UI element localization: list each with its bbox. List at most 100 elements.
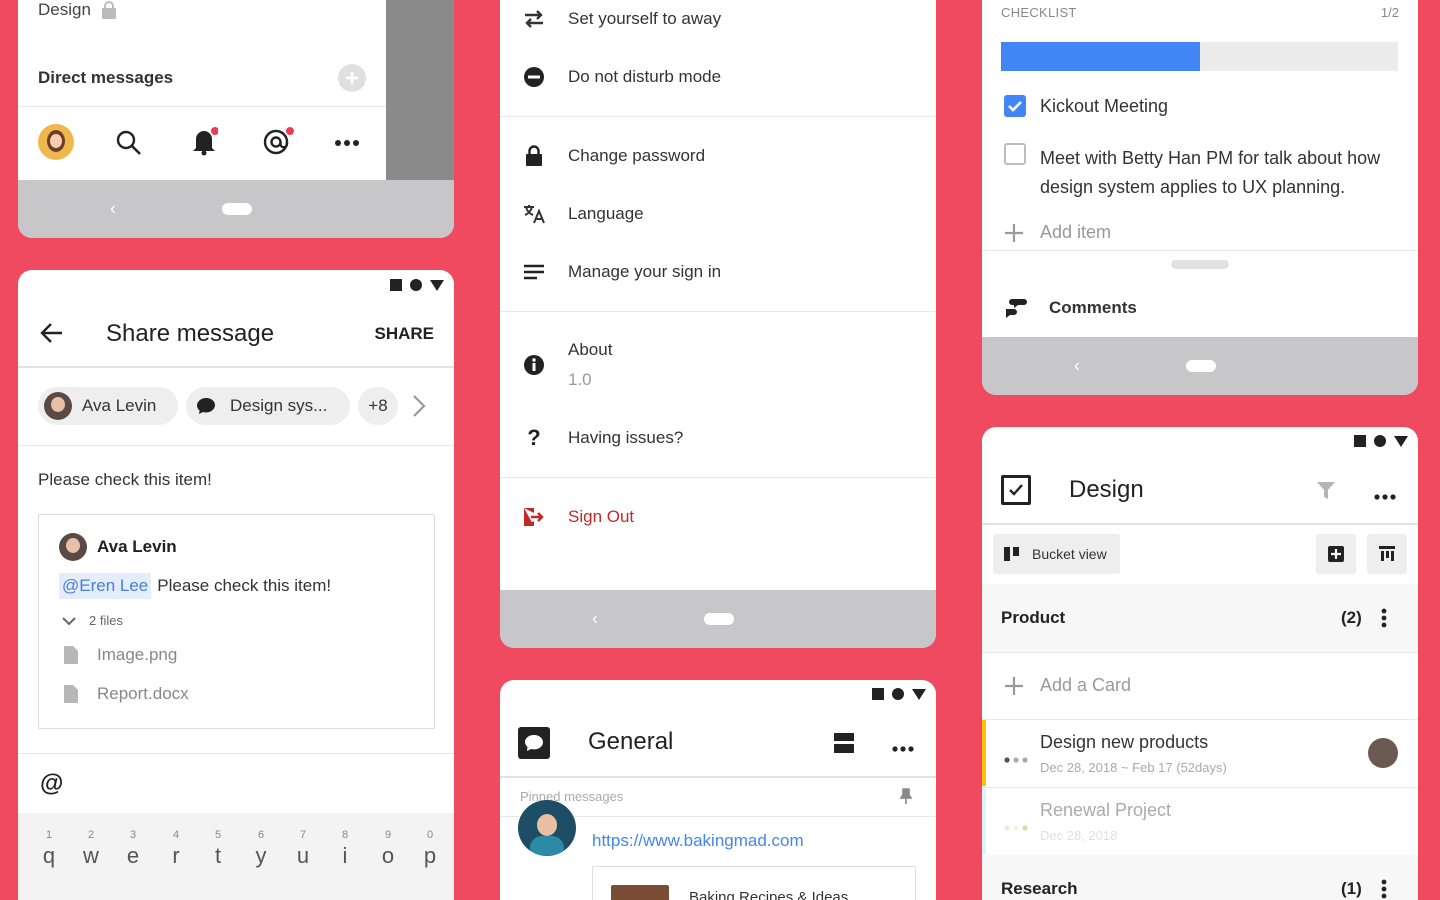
comments-icon [1004, 297, 1028, 324]
checklist-item-text: Meet with Betty Han PM for talk about ho… [1040, 148, 1381, 197]
nav-home-button[interactable] [704, 613, 734, 625]
menu-item-away[interactable]: Set yourself to away [500, 0, 936, 48]
card-item[interactable]: Renewal Project Dec 28, 2018 [982, 788, 1418, 854]
add-card-button[interactable]: Add a Card [1004, 675, 1131, 696]
file-item[interactable]: Image.png [63, 645, 177, 665]
filter-icon[interactable] [1316, 481, 1336, 506]
avatar [518, 800, 576, 856]
pinned-link[interactable]: https://www.bakingmad.com [592, 831, 804, 851]
drawer-icon[interactable] [834, 733, 854, 758]
overlay-shade [386, 0, 454, 180]
add-item-label: Add item [1040, 222, 1112, 242]
recipient-label: Design sys... [230, 396, 328, 415]
checklist-progress-bar [1001, 42, 1398, 71]
comments-label[interactable]: Comments [1049, 298, 1137, 318]
more-icon[interactable] [334, 134, 360, 152]
bucket-view-icon [1004, 547, 1019, 561]
share-message-text: Please check this item! [38, 470, 212, 489]
back-arrow-icon[interactable] [40, 322, 64, 349]
card-item[interactable]: Design new products Dec 28, 2018 ~ Feb 1… [982, 720, 1418, 786]
share-button[interactable]: SHARE [374, 324, 434, 344]
pin-icon[interactable] [899, 788, 913, 809]
menu-item-about[interactable]: About 1.0 [500, 334, 936, 404]
mention-composer-button[interactable]: @ [40, 770, 63, 798]
plus-icon [1005, 676, 1023, 695]
key-y[interactable]: 6y [246, 829, 276, 869]
checkbox-checked[interactable] [1004, 95, 1026, 117]
recipient-chip-ava[interactable]: Ava Levin [38, 387, 178, 425]
kebab-menu-icon[interactable] [1381, 879, 1387, 900]
card-dates: Dec 28, 2018 ~ Feb 17 (52days) [1040, 760, 1227, 775]
link-preview-thumbnail [611, 885, 669, 900]
section-header-product[interactable]: Product (2) [982, 584, 1418, 652]
key-o[interactable]: 9o [373, 829, 403, 869]
add-dm-button[interactable] [338, 64, 366, 92]
add-bucket-button[interactable] [1316, 534, 1356, 574]
key-t[interactable]: 5t [203, 829, 233, 869]
layout-button[interactable] [1367, 534, 1407, 574]
app-version: 1.0 [568, 370, 592, 389]
mention-icon[interactable] [262, 126, 294, 161]
channel-item-design[interactable]: Design [38, 0, 117, 20]
key-r[interactable]: 4r [161, 829, 191, 869]
menu-label: Change password [568, 146, 706, 165]
status-bar-icons [390, 279, 444, 291]
nav-back-icon[interactable]: ‹ [592, 609, 598, 630]
plus-icon [346, 72, 358, 84]
nav-back-icon[interactable]: ‹ [1074, 356, 1080, 377]
nav-home-button[interactable] [1186, 360, 1216, 372]
more-icon[interactable] [892, 739, 914, 757]
section-header-research[interactable]: Research (1) [982, 855, 1418, 900]
menu-item-language[interactable]: Language [500, 185, 936, 243]
avatar [59, 533, 87, 561]
avatar [1368, 738, 1398, 768]
key-u[interactable]: 7u [288, 829, 318, 869]
check-icon [1008, 101, 1022, 112]
chevron-right-icon[interactable] [412, 394, 426, 423]
swap-icon [500, 9, 568, 29]
bell-icon[interactable] [190, 126, 219, 161]
direct-messages-heading: Direct messages [38, 68, 174, 87]
quote-body: @Eren Lee Please check this item! [59, 573, 331, 599]
nav-home-button[interactable] [222, 203, 252, 215]
list-icon [500, 263, 568, 281]
bucket-view-button[interactable]: Bucket view [993, 534, 1120, 574]
search-icon[interactable] [116, 130, 142, 161]
file-item[interactable]: Report.docx [63, 684, 189, 704]
nav-back-icon[interactable]: ‹ [110, 199, 116, 220]
key-e[interactable]: 3e [118, 829, 148, 869]
key-q[interactable]: 1q [34, 829, 64, 869]
mention-tag[interactable]: @Eren Lee [59, 573, 152, 599]
key-p[interactable]: 0p [415, 829, 445, 869]
design-board-screen: Design Bucket view Product (2) Add a Car… [982, 427, 1418, 900]
sign-out-button[interactable]: Sign Out [500, 488, 936, 546]
board-title: Design [1069, 476, 1144, 503]
card-title: Renewal Project [1040, 800, 1172, 820]
quote-author-row: Ava Levin [59, 533, 177, 561]
info-icon [523, 354, 545, 381]
menu-item-manage-sign-in[interactable]: Manage your sign in [500, 243, 936, 301]
card-status-icon [1004, 750, 1028, 768]
checklist-progress-fill [1001, 42, 1200, 71]
checklist-heading: CHECKLIST [1001, 5, 1077, 20]
avatar[interactable] [38, 124, 74, 160]
drag-handle[interactable] [1171, 260, 1229, 269]
about-label: About [568, 340, 613, 359]
key-i[interactable]: 8i [330, 829, 360, 869]
menu-item-change-password[interactable]: Change password [500, 127, 936, 185]
files-toggle[interactable]: 2 files [61, 613, 123, 628]
menu-item-having-issues[interactable]: ? Having issues? [500, 409, 936, 467]
section-count: (2) [1341, 608, 1362, 627]
more-icon[interactable] [1374, 487, 1396, 505]
kebab-menu-icon[interactable] [1381, 608, 1387, 633]
link-preview[interactable]: Baking Recipes & Ideas [592, 866, 916, 900]
key-w[interactable]: 2w [76, 829, 106, 869]
more-recipients-chip[interactable]: +8 [358, 387, 398, 425]
recipient-label: Ava Levin [82, 396, 157, 415]
recipient-chip-design-sys[interactable]: Design sys... [186, 387, 350, 425]
checkbox-unchecked[interactable] [1004, 143, 1026, 165]
menu-item-dnd[interactable]: Do not disturb mode [500, 48, 936, 106]
section-name: Product [1001, 608, 1066, 627]
bucket-view-label: Bucket view [1032, 546, 1107, 562]
add-item-button[interactable]: Add item [1004, 222, 1111, 243]
